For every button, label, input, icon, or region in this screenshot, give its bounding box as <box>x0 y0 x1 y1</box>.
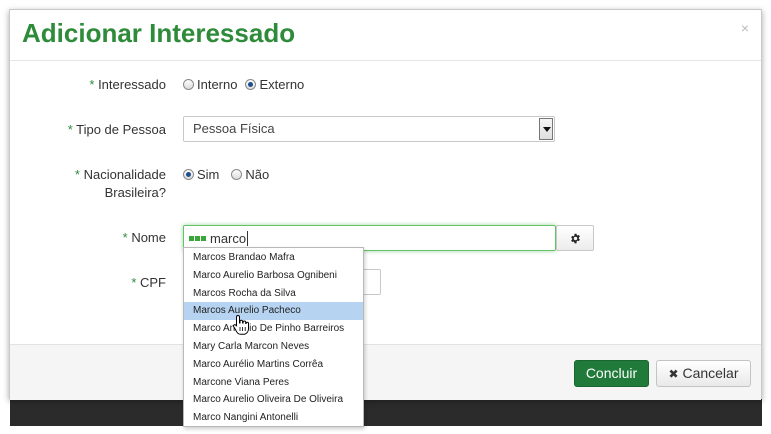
modal-title: Adicionar Interessado <box>22 18 296 48</box>
text-caret <box>247 230 249 246</box>
radio-externo-label[interactable]: Externo <box>259 77 304 92</box>
cancelar-label: Cancelar <box>682 365 739 381</box>
radio-externo[interactable] <box>245 79 257 90</box>
concluir-button[interactable]: Concluir <box>574 360 649 387</box>
chevron-down-icon[interactable] <box>539 118 553 140</box>
nacionalidade-label: * Nacionalidade Brasileira? <box>74 167 166 200</box>
interessado-radio-group: Interno Externo <box>183 77 312 92</box>
close-icon[interactable]: × <box>741 20 749 36</box>
modal-backdrop <box>10 398 762 426</box>
times-icon: ✖ <box>668 367 679 381</box>
gear-icon <box>570 233 580 244</box>
autocomplete-item[interactable]: Marcos Brandao Mafra <box>184 249 363 267</box>
gear-button[interactable] <box>556 225 594 251</box>
radio-nao-label[interactable]: Não <box>245 167 269 182</box>
loading-dots-icon <box>189 235 206 241</box>
autocomplete-item-hovered[interactable]: Marcos Aurelio Pacheco <box>184 302 363 321</box>
autocomplete-item[interactable]: Marco Nangini Antonelli <box>184 409 363 427</box>
nome-label: * Nome <box>122 230 166 245</box>
nacionalidade-radio-group: Sim Não <box>183 167 277 182</box>
autocomplete-item[interactable]: Marcone Viana Peres <box>184 374 363 392</box>
radio-sim[interactable] <box>183 169 194 180</box>
interessado-label: * Interessado <box>89 77 166 92</box>
radio-sim-label[interactable]: Sim <box>197 167 219 182</box>
tipo-pessoa-selected: Pessoa Física <box>193 121 275 136</box>
tipo-pessoa-select[interactable]: Pessoa Física <box>183 116 555 142</box>
radio-interno[interactable] <box>183 79 194 90</box>
autocomplete-item[interactable]: Marco Aurélio Martins Corrêa <box>184 356 363 374</box>
autocomplete-item[interactable]: Mary Carla Marcon Neves <box>184 338 363 356</box>
nome-input-value: marco <box>210 230 247 246</box>
autocomplete-item[interactable]: Marcos Rocha da Silva <box>184 285 363 303</box>
autocomplete-item[interactable]: Marco Aurelio Oliveira De Oliveira <box>184 391 363 409</box>
cancelar-button[interactable]: ✖ Cancelar <box>656 360 751 387</box>
hand-pointer-icon <box>232 314 249 335</box>
radio-interno-label[interactable]: Interno <box>197 77 237 92</box>
add-interested-modal: Adicionar Interessado × * Interessado In… <box>9 9 762 400</box>
autocomplete-item[interactable]: Marco Aurelio Barbosa Ognibeni <box>184 267 363 285</box>
cpf-label: * CPF <box>131 275 166 290</box>
autocomplete-list: Marcos Brandao Mafra Marco Aurelio Barbo… <box>183 247 364 427</box>
tipo-pessoa-label: * Tipo de Pessoa <box>67 122 166 137</box>
autocomplete-item[interactable]: Marco Antonio De Pinho Barreiros <box>184 320 363 338</box>
modal-footer: Concluir ✖ Cancelar <box>10 344 761 400</box>
radio-nao[interactable] <box>231 169 243 180</box>
modal-header: Adicionar Interessado × <box>10 10 761 61</box>
